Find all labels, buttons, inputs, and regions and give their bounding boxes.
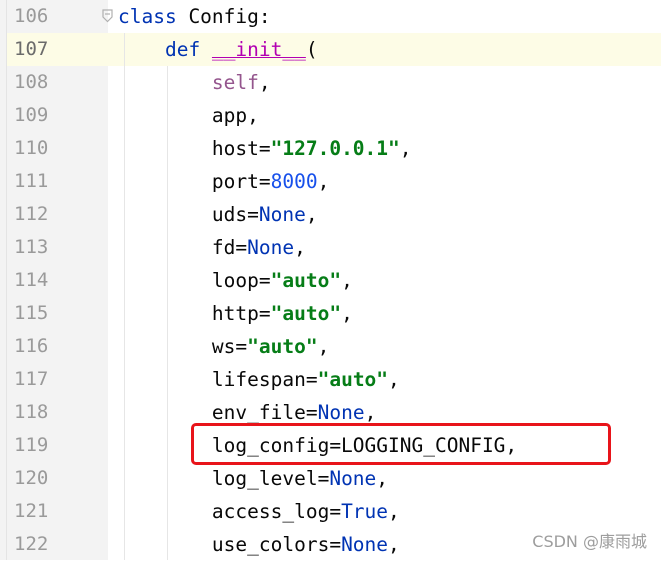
code-text: http="auto", [118, 297, 353, 330]
code-line[interactable]: 108 self, [0, 66, 661, 99]
code-line[interactable]: 113 fd=None, [0, 231, 661, 264]
code-token: , [305, 203, 318, 226]
code-text: self, [118, 66, 271, 99]
line-number: 113 [14, 236, 49, 258]
code-line[interactable]: 109 app, [0, 99, 661, 132]
line-number: 115 [14, 302, 49, 324]
code-text: fd=None, [118, 231, 306, 264]
line-number: 108 [14, 71, 49, 93]
code-token: fd= [118, 236, 248, 259]
code-token: , [341, 302, 353, 325]
code-line[interactable]: 114 loop="auto", [0, 264, 661, 297]
code-line[interactable]: 110 host="127.0.0.1", [0, 132, 661, 165]
code-token: None [258, 203, 306, 226]
code-token: uds= [118, 203, 259, 226]
code-token: None [341, 533, 389, 556]
code-token: lifespan= [118, 368, 318, 391]
line-number: 116 [14, 335, 49, 357]
line-number: 109 [14, 104, 49, 126]
code-text: lifespan="auto", [118, 363, 400, 396]
code-token: , [388, 500, 400, 523]
code-text: class Config: [118, 0, 271, 33]
watermark: CSDN @康雨城 [532, 532, 647, 551]
code-token: True [341, 500, 389, 523]
line-number: 106 [14, 5, 49, 27]
line-number: 110 [14, 137, 49, 159]
code-token: , [364, 401, 377, 424]
line-number: 121 [14, 500, 49, 522]
code-token: use_colors= [118, 533, 342, 556]
code-token: ws= [118, 335, 248, 358]
code-token: app, [118, 104, 259, 127]
code-token: , [317, 335, 330, 358]
code-line[interactable]: 117 lifespan="auto", [0, 363, 661, 396]
code-token: , [294, 236, 306, 259]
code-line[interactable]: 121 access_log=True, [0, 495, 661, 528]
code-token: , [258, 71, 271, 94]
code-token: , [399, 137, 412, 160]
code-line[interactable]: 111 port=8000, [0, 165, 661, 198]
red-highlight-box [191, 423, 611, 465]
line-number: 107 [14, 38, 49, 60]
code-text: ws="auto", [118, 330, 329, 363]
code-token: http= [118, 302, 271, 325]
code-token: port= [118, 170, 271, 193]
code-line[interactable]: 106 class Config: [0, 0, 661, 33]
code-text: access_log=True, [118, 495, 400, 528]
code-token: "127.0.0.1" [270, 137, 400, 160]
code-token: "auto" [247, 335, 318, 358]
code-token: access_log= [118, 500, 342, 523]
code-text: def __init__( [118, 33, 318, 66]
line-number: 111 [14, 170, 49, 192]
line-number: 119 [14, 434, 49, 456]
code-token: self [211, 71, 259, 94]
line-number: 122 [14, 533, 49, 555]
code-line[interactable]: 116 ws="auto", [0, 330, 661, 363]
line-number: 114 [14, 269, 49, 291]
line-number: 120 [14, 467, 49, 489]
line-number: 117 [14, 368, 49, 390]
code-token: ( [305, 38, 318, 61]
code-text: host="127.0.0.1", [118, 132, 412, 165]
code-token: class [118, 5, 177, 28]
code-line[interactable]: 112 uds=None, [0, 198, 661, 231]
code-token: , [376, 467, 389, 490]
code-token: None [329, 467, 377, 490]
code-token: "auto" [270, 269, 342, 292]
code-token: Config: [176, 5, 271, 28]
code-line[interactable]: 120 log_level=None, [0, 462, 661, 495]
code-token: "auto" [270, 302, 342, 325]
code-token: , [388, 368, 400, 391]
code-text: app, [118, 99, 259, 132]
line-number: 118 [14, 401, 49, 423]
code-text: loop="auto", [118, 264, 353, 297]
line-number: 112 [14, 203, 49, 225]
code-line[interactable]: 107 def __init__( [0, 33, 661, 66]
code-token: env_file= [118, 401, 318, 424]
code-token: log_level= [118, 467, 330, 490]
code-token: def [164, 38, 201, 61]
code-token: loop= [118, 269, 271, 292]
code-text: port=8000, [118, 165, 329, 198]
code-token: , [317, 170, 330, 193]
code-token: 8000 [270, 170, 318, 193]
code-line[interactable]: 115 http="auto", [0, 297, 661, 330]
code-text: uds=None, [118, 198, 318, 231]
code-token: None [317, 401, 365, 424]
code-token: , [341, 269, 353, 292]
code-token: "auto" [317, 368, 389, 391]
code-token: host= [118, 137, 271, 160]
code-text: log_level=None, [118, 462, 388, 495]
code-text: use_colors=None, [118, 528, 400, 561]
code-token: __init__ [211, 38, 306, 61]
code-token: , [388, 533, 400, 556]
code-token: None [247, 236, 295, 259]
